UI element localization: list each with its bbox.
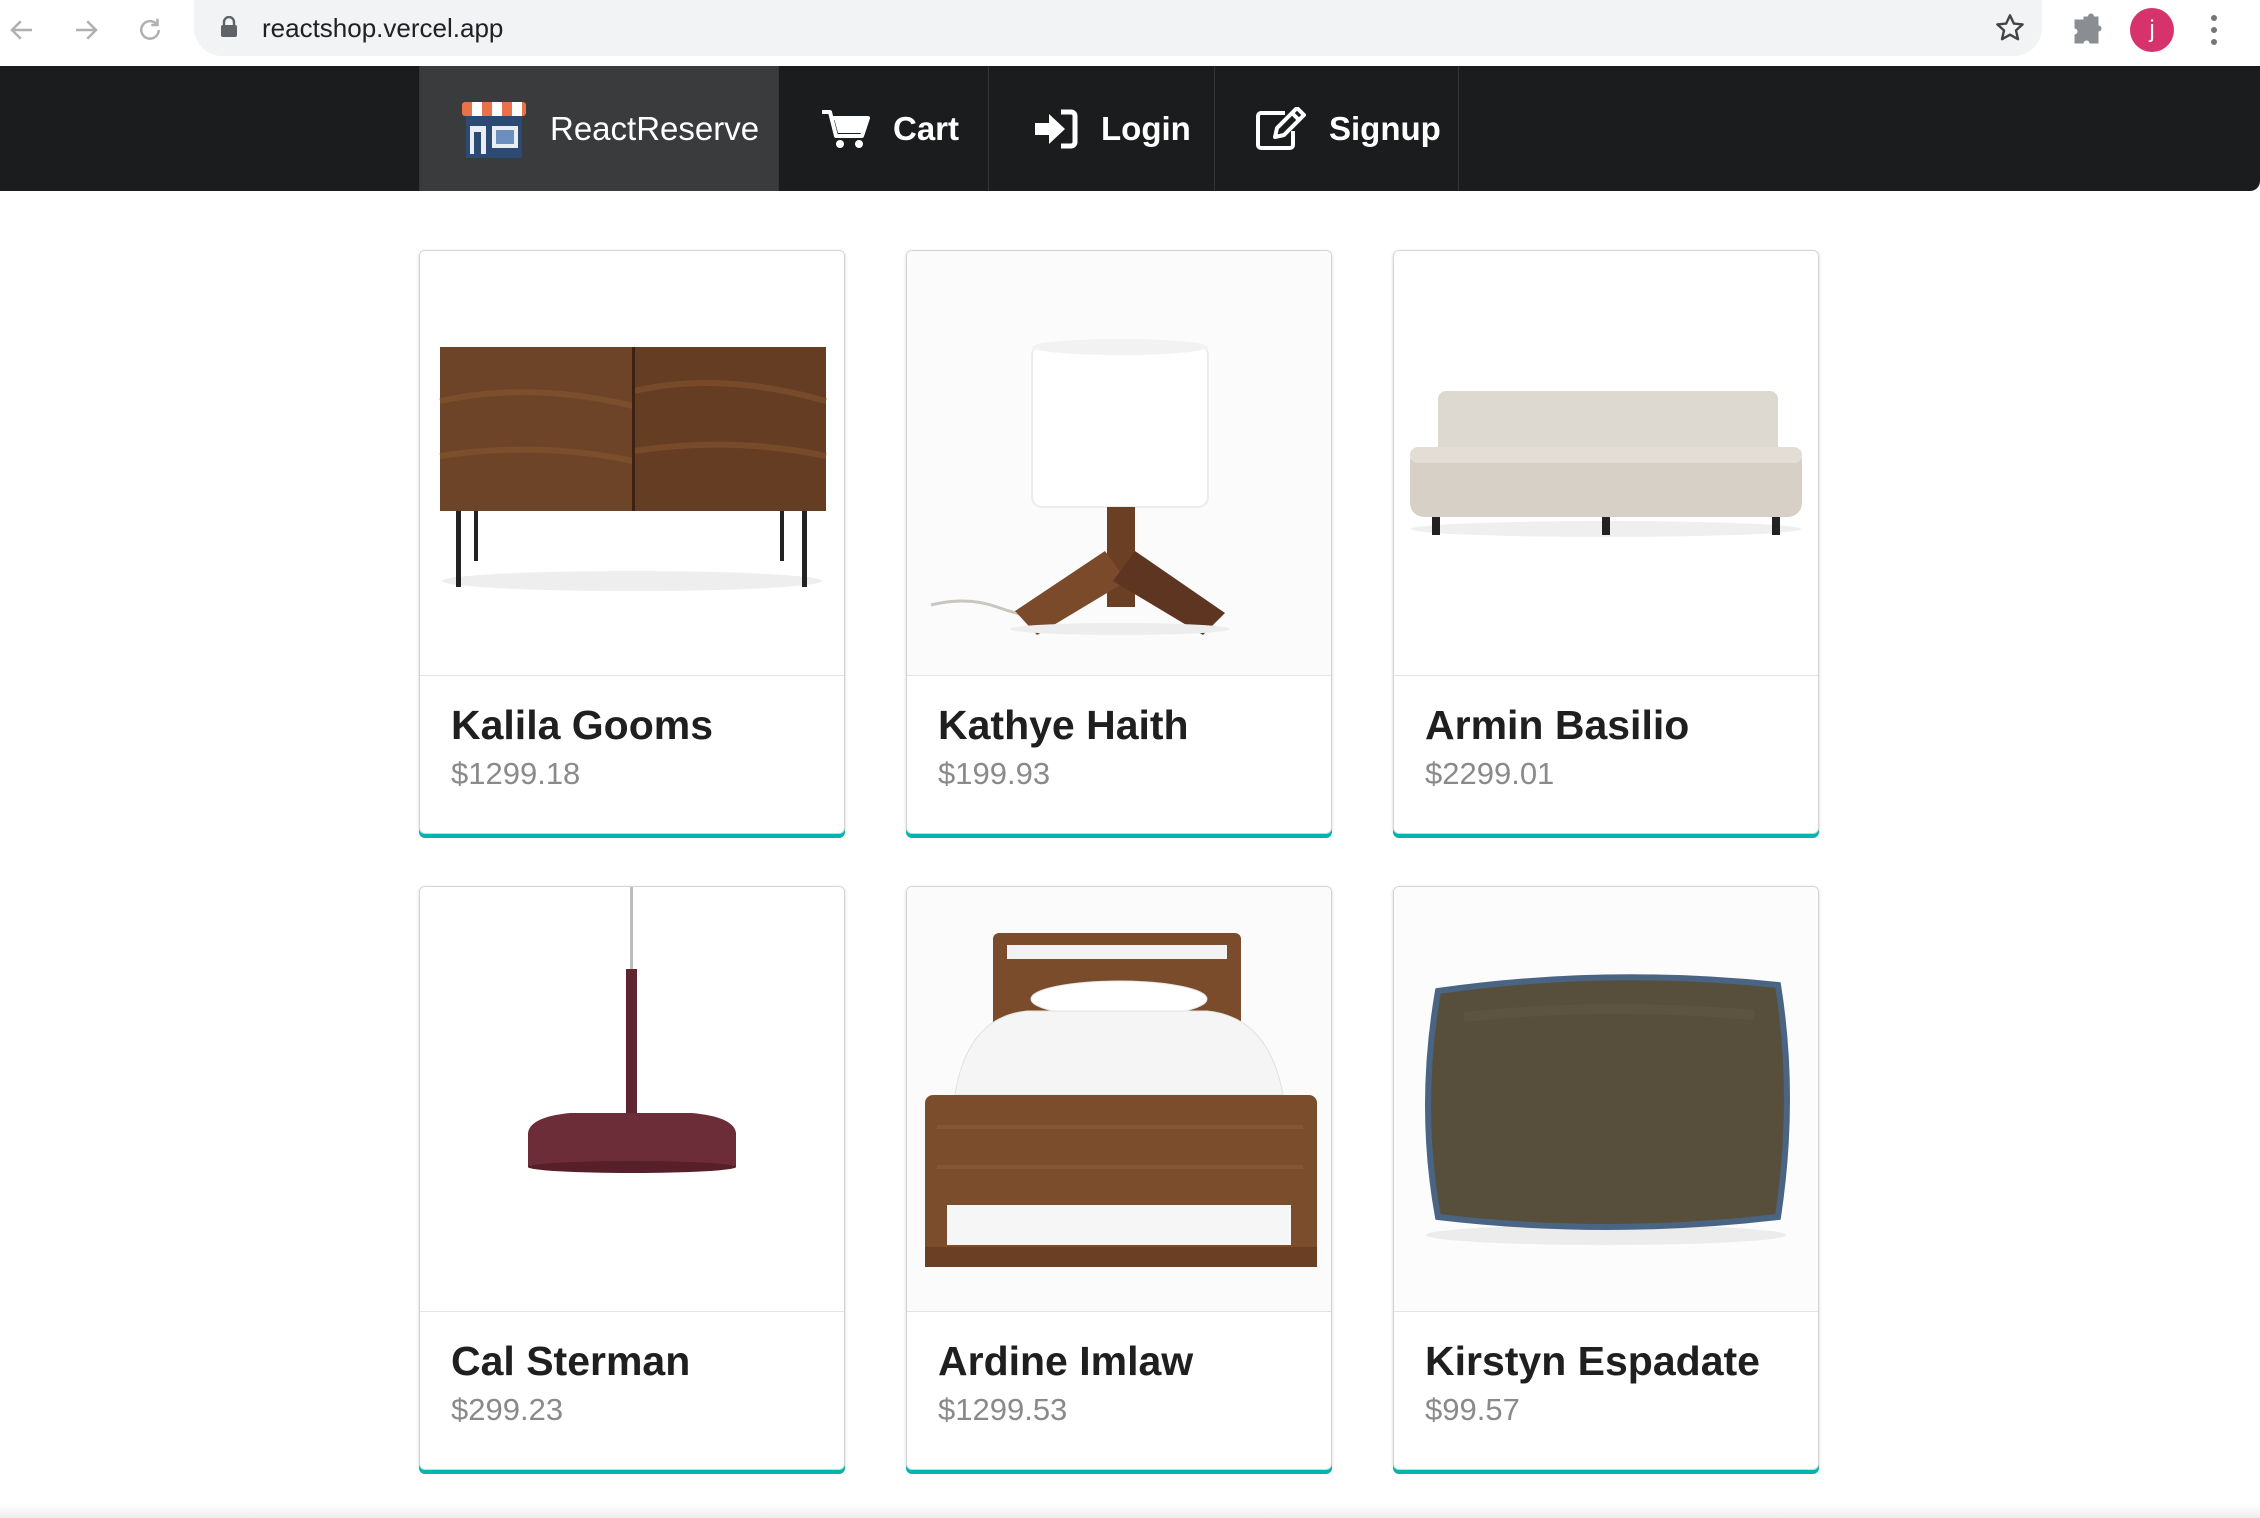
url-text: reactshop.vercel.app	[262, 13, 504, 43]
profile-avatar[interactable]: j	[2130, 8, 2174, 52]
product-card[interactable]: Kirstyn Espadate $99.57	[1393, 886, 1819, 1470]
product-name: Kirstyn Espadate	[1425, 1338, 1760, 1384]
product-name: Kalila Gooms	[451, 702, 714, 748]
pendant-lamp-image	[528, 887, 736, 1173]
store-logo-icon	[462, 101, 526, 158]
extensions-puzzle-icon[interactable]	[2070, 12, 2106, 48]
more-vert-icon[interactable]	[2204, 10, 2224, 50]
credenza-image	[439, 347, 827, 591]
menu-item-label: Cart	[893, 109, 960, 147]
product-price: $299.23	[451, 1392, 564, 1427]
menu-item-login[interactable]: Login	[989, 66, 1215, 191]
brand-name: ReactReserve	[550, 109, 760, 147]
address-bar[interactable]: reactshop.vercel.app	[194, 0, 2042, 56]
product-name: Armin Basilio	[1425, 702, 1690, 748]
card-content: Ardine Imlaw $1299.53	[907, 1311, 1331, 1469]
product-name: Ardine Imlaw	[938, 1338, 1194, 1384]
menu-item-cart[interactable]: Cart	[779, 66, 989, 191]
reload-button[interactable]	[128, 8, 172, 52]
bed-image	[907, 887, 1331, 1311]
product-card[interactable]: Kalila Gooms $1299.18	[419, 250, 845, 834]
bookmark-star-icon[interactable]	[1994, 12, 2026, 44]
product-name: Cal Sterman	[451, 1338, 691, 1384]
cart-icon	[822, 109, 870, 148]
arrow-right-icon	[76, 20, 98, 40]
menu-item-signup[interactable]: Signup	[1215, 66, 1459, 191]
edit-icon	[1256, 106, 1306, 150]
product-price: $1299.18	[451, 756, 581, 791]
lock-icon	[221, 16, 237, 37]
back-button[interactable]	[0, 8, 44, 52]
top-menu: ReactReserve Cart Login Signup	[0, 66, 2260, 191]
card-content: Kathye Haith $199.93	[907, 675, 1331, 833]
brand-link[interactable]: ReactReserve	[419, 66, 779, 191]
product-price: $199.93	[938, 756, 1051, 791]
page-bottom-edge	[0, 1504, 2260, 1518]
menu-item-label: Login	[1101, 109, 1191, 147]
product-image[interactable]	[907, 251, 1331, 675]
product-card[interactable]: Cal Sterman $299.23	[419, 886, 845, 1470]
product-price: $1299.53	[938, 1392, 1068, 1427]
product-card[interactable]: Ardine Imlaw $1299.53	[906, 886, 1332, 1470]
card-content: Armin Basilio $2299.01	[1394, 675, 1818, 833]
browser-toolbar: reactshop.vercel.app j	[0, 0, 2260, 66]
product-image[interactable]	[420, 251, 844, 675]
sofa-image	[1410, 391, 1802, 537]
reload-icon	[140, 18, 160, 40]
product-price: $99.57	[1425, 1392, 1520, 1427]
menu-item-label: Signup	[1329, 109, 1441, 147]
card-content: Kirstyn Espadate $99.57	[1394, 1311, 1818, 1469]
product-image[interactable]	[907, 887, 1331, 1311]
sign-in-icon	[1035, 109, 1078, 148]
product-image[interactable]	[1394, 887, 1818, 1311]
card-content: Kalila Gooms $1299.18	[420, 675, 844, 833]
pillow-image	[1394, 887, 1818, 1311]
product-name: Kathye Haith	[938, 702, 1189, 748]
product-card[interactable]: Armin Basilio $2299.01	[1393, 250, 1819, 834]
product-card[interactable]: Kathye Haith $199.93	[906, 250, 1332, 834]
product-image[interactable]	[420, 887, 844, 1311]
table-lamp-image	[907, 251, 1331, 675]
product-image[interactable]	[1394, 251, 1818, 675]
card-content: Cal Sterman $299.23	[420, 1311, 844, 1469]
arrow-left-icon	[10, 20, 32, 40]
product-price: $2299.01	[1425, 756, 1555, 791]
forward-button[interactable]	[64, 8, 108, 52]
